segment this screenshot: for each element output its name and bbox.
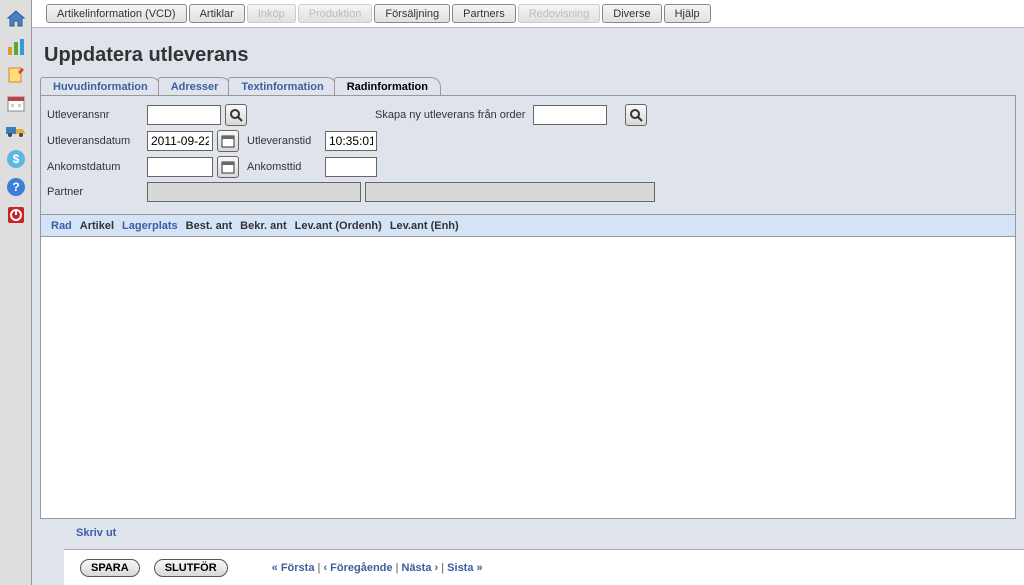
- partner-input: [147, 182, 361, 202]
- partner-name-input: [365, 182, 655, 202]
- utleveranstid-input[interactable]: [325, 131, 377, 151]
- utleveranstid-label: Utleveranstid: [247, 135, 321, 147]
- menu-hjalp[interactable]: Hjälp: [664, 4, 711, 23]
- menu-produktion: Produktion: [298, 4, 373, 23]
- menu-inkop: Inköp: [247, 4, 296, 23]
- home-icon[interactable]: [5, 8, 27, 30]
- help-icon[interactable]: ?: [5, 176, 27, 198]
- calendar-icon[interactable]: [5, 92, 27, 114]
- power-icon[interactable]: [5, 204, 27, 226]
- utleveransnr-input[interactable]: [147, 105, 221, 125]
- col-artikel[interactable]: Artikel: [76, 220, 118, 232]
- partner-label: Partner: [47, 186, 143, 198]
- tab-adresser[interactable]: Adresser: [158, 77, 232, 95]
- note-icon[interactable]: [5, 64, 27, 86]
- pager: « Första | ‹ Föregående | Nästa › | Sist…: [272, 562, 483, 574]
- skapa-lookup-button[interactable]: [625, 104, 647, 126]
- utleveransnr-label: Utleveransnr: [47, 109, 143, 121]
- menu-artiklar[interactable]: Artiklar: [189, 4, 245, 23]
- left-sidebar: $ ?: [0, 0, 32, 585]
- menu-diverse[interactable]: Diverse: [602, 4, 661, 23]
- money-icon[interactable]: $: [5, 148, 27, 170]
- skapa-label: Skapa ny utleverans från order: [375, 109, 525, 121]
- col-best-ant[interactable]: Best. ant: [182, 220, 236, 232]
- main-content: Uppdatera utleverans Huvudinformation Ad…: [32, 28, 1024, 585]
- pager-last[interactable]: Sista »: [447, 562, 482, 574]
- top-menu-bar: Artikelinformation (VCD) Artiklar Inköp …: [32, 0, 1024, 28]
- menu-partners[interactable]: Partners: [452, 4, 516, 23]
- chart-icon[interactable]: [5, 36, 27, 58]
- skapa-order-input[interactable]: [533, 105, 607, 125]
- utleveransnr-lookup-button[interactable]: [225, 104, 247, 126]
- bottom-action-bar: SPARA SLUTFÖR « Första | ‹ Föregående | …: [64, 549, 1024, 585]
- col-levant-ordenh[interactable]: Lev.ant (Ordenh): [291, 220, 386, 232]
- ankomstdatum-calendar-button[interactable]: [217, 156, 239, 178]
- ankomsttid-label: Ankomsttid: [247, 161, 321, 173]
- table-header-row: Rad Artikel Lagerplats Best. ant Bekr. a…: [41, 215, 1015, 237]
- footer-links: Skriv ut: [76, 527, 116, 539]
- ankomstdatum-input[interactable]: [147, 157, 213, 177]
- print-link[interactable]: Skriv ut: [76, 527, 116, 539]
- tab-huvudinformation[interactable]: Huvudinformation: [40, 77, 161, 95]
- folder-tabs: Huvudinformation Adresser Textinformatio…: [40, 77, 1016, 95]
- utleveransdatum-calendar-button[interactable]: [217, 130, 239, 152]
- pager-next[interactable]: Nästa ›: [402, 562, 439, 574]
- finish-button[interactable]: SLUTFÖR: [154, 559, 228, 577]
- line-table: Rad Artikel Lagerplats Best. ant Bekr. a…: [40, 215, 1016, 519]
- col-levant-enh[interactable]: Lev.ant (Enh): [386, 220, 463, 232]
- save-button[interactable]: SPARA: [80, 559, 140, 577]
- svg-text:$: $: [12, 152, 19, 166]
- header-form: Utleveransnr Skapa ny utleverans från or…: [40, 95, 1016, 215]
- ankomstdatum-label: Ankomstdatum: [47, 161, 143, 173]
- ankomsttid-input[interactable]: [325, 157, 377, 177]
- col-bekr-ant[interactable]: Bekr. ant: [236, 220, 290, 232]
- pager-prev[interactable]: ‹ Föregående: [323, 562, 392, 574]
- svg-text:?: ?: [12, 180, 19, 194]
- utleveransdatum-input[interactable]: [147, 131, 213, 151]
- col-lagerplats[interactable]: Lagerplats: [118, 220, 182, 232]
- page-title: Uppdatera utleverans: [32, 28, 1024, 77]
- pager-first[interactable]: « Första: [272, 562, 315, 574]
- utleveransdatum-label: Utleveransdatum: [47, 135, 143, 147]
- menu-forsaljning[interactable]: Försäljning: [374, 4, 450, 23]
- col-rad[interactable]: Rad: [47, 220, 76, 232]
- tab-textinformation[interactable]: Textinformation: [228, 77, 336, 95]
- truck-icon[interactable]: [5, 120, 27, 142]
- menu-redovisning: Redovisning: [518, 4, 601, 23]
- tab-radinformation[interactable]: Radinformation: [334, 77, 441, 95]
- menu-artikelinformation[interactable]: Artikelinformation (VCD): [46, 4, 187, 23]
